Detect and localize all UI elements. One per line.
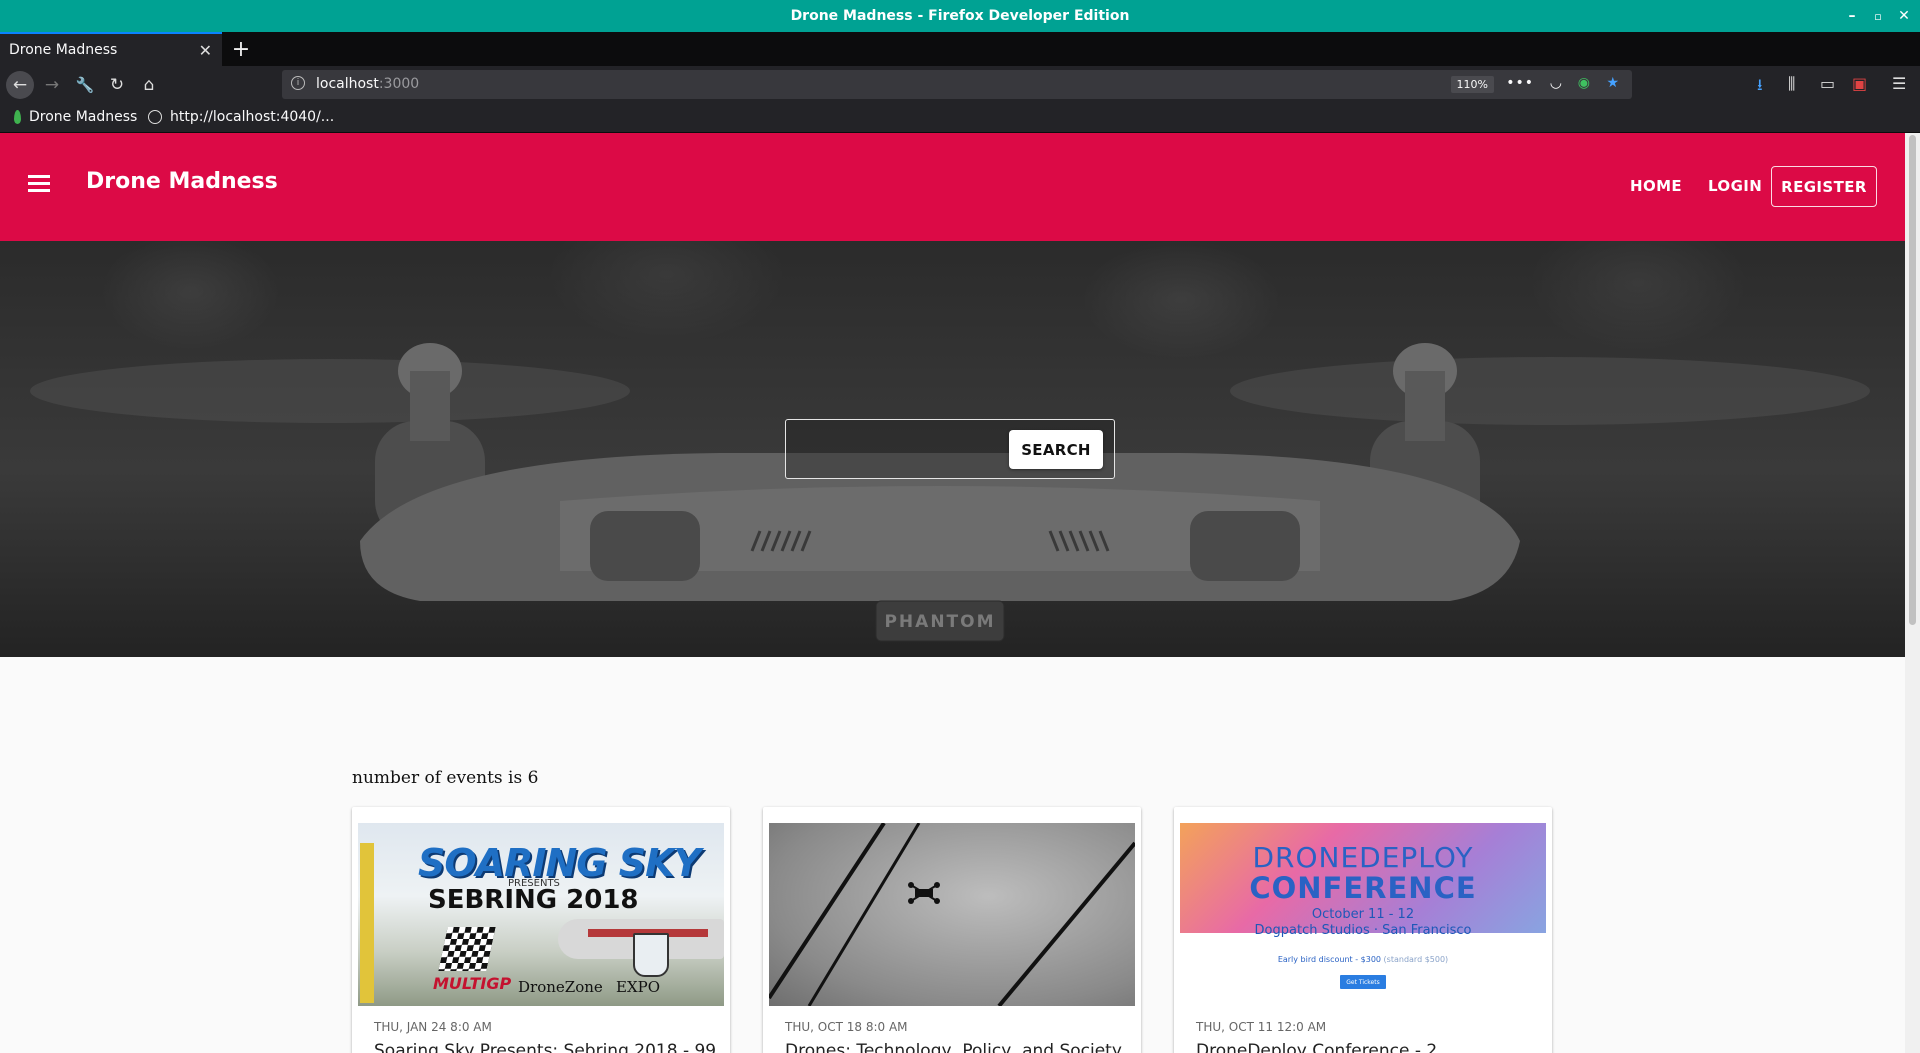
bookmark-label: Drone Madness [29,109,138,125]
new-tab-icon[interactable]: + [222,32,260,66]
nav-login-link[interactable]: LOGIN [1708,177,1762,195]
maximize-icon[interactable]: ▫ [1866,0,1890,32]
url-text[interactable]: localhost:3000 [316,76,419,92]
event-title[interactable]: Drones: Technology, Policy, and Society [785,1041,1122,1053]
app-header: Drone Madness HOME LOGIN REGISTER [0,133,1905,241]
globe-icon [148,110,162,124]
close-icon[interactable]: ✕ [1892,0,1916,32]
page-viewport: Drone Madness HOME LOGIN REGISTER PHANTO… [0,133,1905,1053]
minimize-icon[interactable]: – [1840,0,1864,32]
addon-icon[interactable]: ▣ [1852,74,1867,93]
window-titlebar: Drone Madness - Firefox Developer Editio… [0,0,1920,32]
event-title[interactable]: Soaring Sky Presents: Sebring 2018 - 99 [374,1041,716,1053]
pocket-icon[interactable]: ◡ [1550,75,1562,91]
brand-title[interactable]: Drone Madness [86,169,278,194]
event-date: THU, JAN 24 8:0 AM [374,1020,492,1034]
url-bar[interactable]: i localhost:3000 110% ••• ◡ ◉ ★ [282,70,1632,99]
back-icon[interactable]: ← [6,71,34,99]
downloads-icon[interactable]: ⭳ [1757,74,1763,101]
bookmark-drone-madness[interactable]: Drone Madness [14,109,137,125]
leaf-icon [14,110,21,124]
hero-banner: PHANTOM SEARCH [0,241,1905,657]
event-date: THU, OCT 11 12:0 AM [1196,1020,1327,1034]
tab-strip: Drone Madness ✕ + [0,32,1920,66]
event-card[interactable]: THU, OCT 18 8:0 AM Drones: Technology, P… [763,807,1141,1053]
extension-icon[interactable]: ◉ [1578,75,1590,91]
search-box: SEARCH [785,419,1115,479]
event-title[interactable]: DroneDeploy Conference - 2 [1196,1041,1437,1053]
tab-title: Drone Madness [9,42,118,58]
bookmarks-toolbar: Drone Madness http://localhost:4040/... [0,104,1920,133]
site-info-icon[interactable]: i [291,76,305,90]
page-scrollbar[interactable] [1905,133,1920,1053]
library-icon[interactable]: ⫼ [1788,74,1795,94]
event-image: SOARING SKY PRESENTS SEBRING 2018 MULTIG… [358,823,724,1006]
search-input[interactable] [796,432,1000,468]
window-title: Drone Madness - Firefox Developer Editio… [790,8,1130,24]
wrench-icon[interactable]: 🔧 [71,71,99,99]
reload-icon[interactable]: ↻ [103,71,131,99]
bookmark-label: http://localhost:4040/... [170,109,335,125]
page-actions-icon[interactable]: ••• [1506,75,1534,91]
home-icon[interactable]: ⌂ [135,71,163,99]
register-button[interactable]: REGISTER [1771,166,1877,207]
forward-icon[interactable]: → [38,71,66,99]
event-date: THU, OCT 18 8:0 AM [785,1020,908,1034]
tab-drone-madness[interactable]: Drone Madness ✕ [0,32,222,66]
hamburger-menu-icon[interactable] [28,175,50,192]
event-image [769,823,1135,1006]
sidebar-icon[interactable]: ▭ [1820,74,1835,93]
search-button[interactable]: SEARCH [1009,430,1103,469]
zoom-level[interactable]: 110% [1450,76,1494,93]
event-card[interactable]: DRONEDEPLOY CONFERENCE October 11 - 12 D… [1174,807,1552,1053]
event-card[interactable]: SOARING SKY PRESENTS SEBRING 2018 MULTIG… [352,807,730,1053]
nav-home-link[interactable]: HOME [1630,177,1682,195]
tab-close-icon[interactable]: ✕ [199,41,212,60]
menu-icon[interactable]: ☰ [1892,74,1906,93]
events-count: number of events is 6 [352,768,539,788]
navigation-toolbar: ← → 🔧 ↻ ⌂ i localhost:3000 110% ••• ◡ ◉ … [0,66,1920,104]
event-image: DRONEDEPLOY CONFERENCE October 11 - 12 D… [1180,823,1546,1006]
bookmark-localhost-4040[interactable]: http://localhost:4040/... [148,109,334,125]
scrollbar-thumb[interactable] [1909,135,1916,625]
drone-label: PHANTOM [884,612,995,632]
bookmark-star-icon[interactable]: ★ [1606,75,1619,91]
